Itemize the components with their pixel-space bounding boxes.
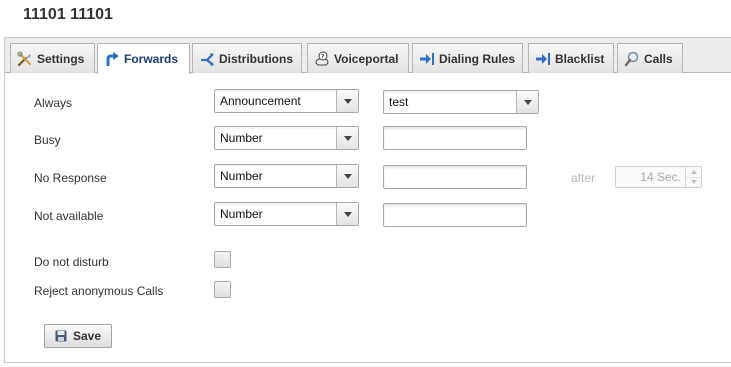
- chevron-down-icon[interactable]: [336, 90, 358, 112]
- page-title: 11101 11101: [23, 6, 113, 23]
- voiceportal-icon: ?: [315, 51, 329, 65]
- tab-distributions[interactable]: Distributions: [192, 43, 302, 73]
- tab-blacklist-label: Blacklist: [555, 51, 605, 66]
- tab-voiceportal[interactable]: ? Voiceportal: [307, 43, 409, 73]
- busy-label: Busy: [34, 133, 61, 147]
- not-available-type-select[interactable]: Number: [214, 202, 359, 226]
- reject-anonymous-checkbox[interactable]: [214, 281, 231, 298]
- distribution-icon: [201, 52, 214, 66]
- tab-forwards[interactable]: Forwards: [97, 43, 190, 74]
- tab-dialing-rules[interactable]: Dialing Rules: [412, 43, 523, 73]
- busy-type-select[interactable]: Number: [214, 126, 359, 150]
- delay-value: 14 Sec.: [640, 170, 681, 184]
- do-not-disturb-label: Do not disturb: [34, 255, 109, 269]
- always-target-select[interactable]: test: [383, 90, 539, 114]
- arrow-right-bar-icon: [536, 52, 550, 65]
- tab-settings-label: Settings: [37, 51, 85, 66]
- tab-blacklist[interactable]: Blacklist: [528, 43, 614, 73]
- always-type-value: Announcement: [220, 94, 301, 108]
- delay-spinner[interactable]: 14 Sec.: [615, 166, 702, 188]
- tab-voiceportal-label: Voiceportal: [334, 51, 399, 66]
- search-icon: [624, 51, 639, 66]
- reject-anonymous-label: Reject anonymous Calls: [34, 284, 164, 298]
- chevron-down-icon[interactable]: [336, 203, 358, 225]
- tab-calls-label: Calls: [644, 51, 673, 66]
- arrow-right-bar-icon: [420, 52, 434, 65]
- chevron-down-icon[interactable]: [516, 91, 538, 113]
- tab-distributions-label: Distributions: [219, 51, 293, 66]
- no-response-type-value: Number: [220, 169, 263, 183]
- not-available-type-value: Number: [220, 207, 263, 221]
- not-available-target-input[interactable]: [383, 203, 527, 227]
- tab-calls[interactable]: Calls: [617, 43, 683, 73]
- no-response-target-input[interactable]: [383, 165, 527, 189]
- tab-dialing-rules-label: Dialing Rules: [439, 51, 516, 66]
- floppy-disk-icon: [55, 330, 67, 342]
- chevron-down-icon[interactable]: [336, 127, 358, 149]
- busy-target-input[interactable]: [383, 126, 527, 150]
- forwards-panel: Settings Forwards Distributions ? Voicep…: [4, 37, 731, 363]
- spinner-up-icon[interactable]: [686, 167, 701, 178]
- arrow-up-right-icon: [106, 52, 119, 66]
- no-response-type-select[interactable]: Number: [214, 164, 359, 188]
- always-label: Always: [34, 96, 73, 110]
- tab-forwards-label: Forwards: [124, 52, 179, 66]
- svg-text:?: ?: [321, 53, 325, 60]
- after-label: after: [571, 171, 596, 185]
- always-target-value: test: [389, 95, 409, 109]
- busy-type-value: Number: [220, 131, 263, 145]
- no-response-label: No Response: [34, 171, 107, 185]
- chevron-down-icon[interactable]: [336, 165, 358, 187]
- tools-icon: [17, 50, 31, 66]
- tab-bar: Settings Forwards Distributions ? Voicep…: [5, 38, 731, 74]
- not-available-label: Not available: [34, 209, 104, 223]
- save-label: Save: [72, 329, 102, 343]
- do-not-disturb-checkbox[interactable]: [214, 251, 231, 268]
- save-button[interactable]: Save: [44, 324, 112, 348]
- spinner-down-icon[interactable]: [686, 178, 701, 188]
- tab-settings[interactable]: Settings: [10, 43, 95, 73]
- always-type-select[interactable]: Announcement: [214, 89, 359, 113]
